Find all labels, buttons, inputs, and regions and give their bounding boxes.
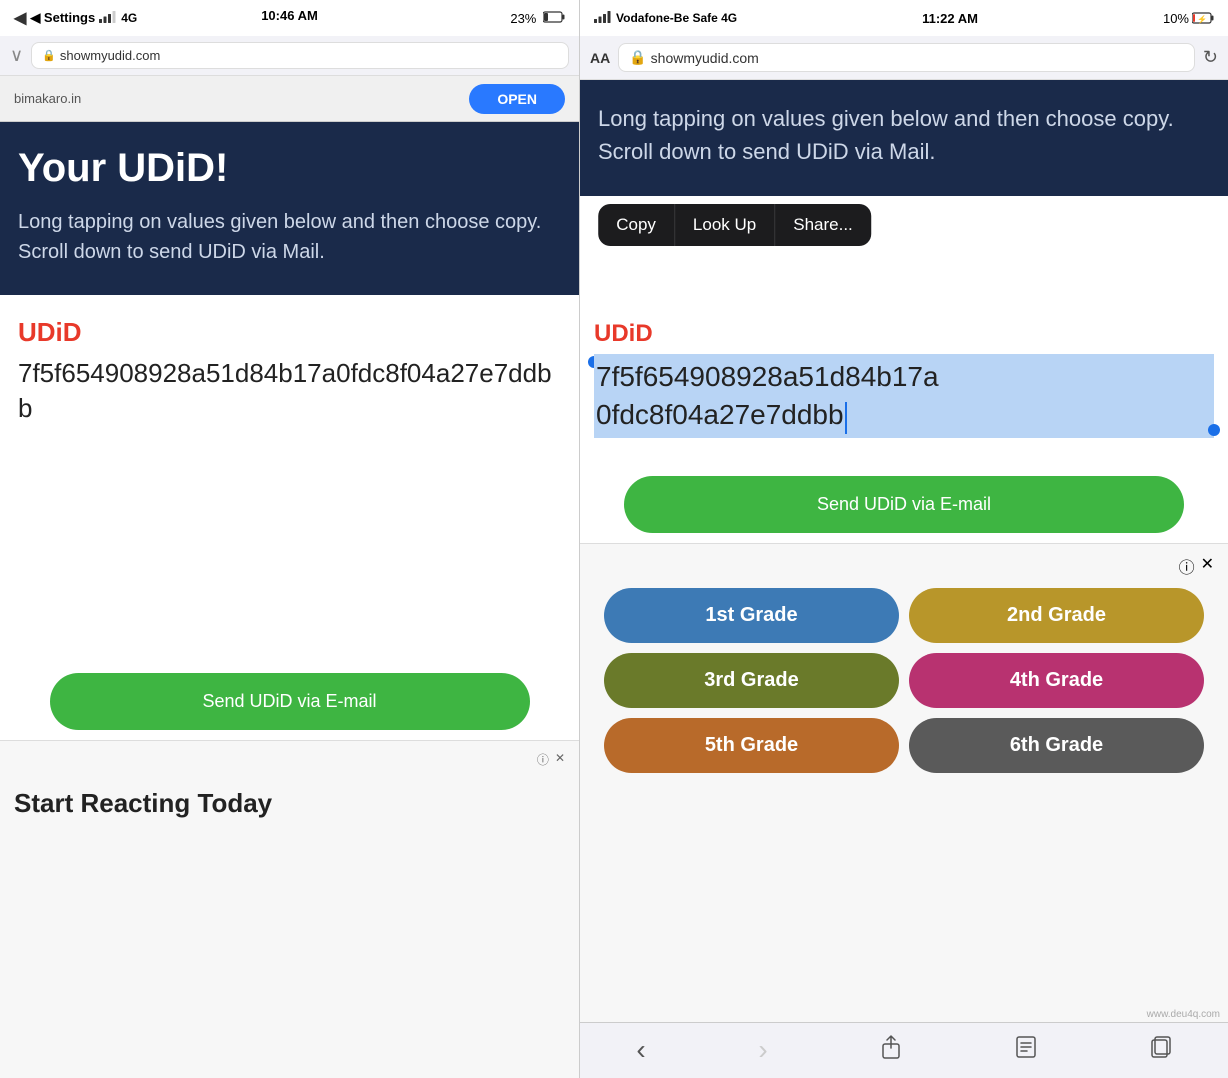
status-left-info: ◀ ◀ Settings 4G bbox=[14, 8, 137, 28]
grade-btn-6[interactable]: 6th Grade bbox=[909, 718, 1204, 773]
back-button-right[interactable]: ‹ bbox=[636, 1034, 645, 1066]
time-left: 10:46 AM bbox=[261, 8, 318, 23]
url-text-right: showmyudid.com bbox=[651, 50, 759, 66]
watermark: www.deu4q.com bbox=[1147, 1009, 1220, 1020]
status-bar-left: ◀ ◀ Settings 4G 10:46 AM 23% bbox=[0, 0, 579, 36]
udid-value-left[interactable]: 7f5f654908928a51d84b17a0fdc8f04a27e7ddbb bbox=[18, 356, 561, 426]
bottom-toolbar-right: ‹ › bbox=[580, 1022, 1228, 1078]
dark-section-right: Long tapping on values given below and t… bbox=[580, 80, 1228, 196]
text-cursor bbox=[845, 402, 847, 434]
grade-btn-2[interactable]: 2nd Grade bbox=[909, 588, 1204, 643]
grade-btn-1[interactable]: 1st Grade bbox=[604, 588, 899, 643]
udid-label-right: UDiD bbox=[594, 320, 1214, 348]
udid-line1: 7f5f654908928a51d84b17a bbox=[596, 361, 939, 392]
svg-text:⚡: ⚡ bbox=[1197, 14, 1207, 24]
udid-value-right[interactable]: 7f5f654908928a51d84b17a 0fdc8f04a27e7ddb… bbox=[594, 354, 1214, 438]
network-type-left: 4G bbox=[121, 11, 137, 25]
status-bar-right: Vodafone-Be Safe 4G 11:22 AM 10% ⚡ bbox=[580, 0, 1228, 36]
open-button-left[interactable]: OPEN bbox=[469, 84, 565, 114]
ad-info-icon-right: ⓘ bbox=[1179, 554, 1195, 578]
time-right: 11:22 AM bbox=[922, 11, 978, 26]
context-menu: Copy Look Up Share... bbox=[598, 204, 871, 246]
tabs-button-right[interactable] bbox=[1150, 1035, 1172, 1065]
lock-icon-left: 🔒 bbox=[42, 49, 56, 62]
ad-bottom-left: ⓘ ✕ Start Reacting Today bbox=[0, 740, 579, 1078]
bookmarks-button-right[interactable] bbox=[1015, 1035, 1037, 1065]
grade-btn-4[interactable]: 4th Grade bbox=[909, 653, 1204, 708]
context-menu-lookup[interactable]: Look Up bbox=[675, 204, 775, 246]
instruction-text-right: Long tapping on values given below and t… bbox=[598, 102, 1210, 168]
dark-section-left: Your UDiD! Long tapping on values given … bbox=[0, 122, 579, 295]
udid-line2: 0fdc8f04a27e7ddbb bbox=[596, 399, 844, 430]
url-text-left: showmyudid.com bbox=[60, 48, 160, 63]
ad-close-icon-right[interactable]: ✕ bbox=[1201, 554, 1214, 578]
browser-bar-right: AA 🔒 showmyudid.com ↻ bbox=[580, 36, 1228, 80]
settings-label: ◀ Settings bbox=[30, 10, 95, 26]
refresh-icon-right[interactable]: ↻ bbox=[1203, 47, 1218, 68]
selection-handle-bottom[interactable] bbox=[1208, 424, 1220, 436]
grade-btn-5[interactable]: 5th Grade bbox=[604, 718, 899, 773]
share-button-right[interactable] bbox=[880, 1035, 902, 1065]
ad-bottom-title-left: Start Reacting Today bbox=[14, 788, 565, 819]
grade-buttons-grid: 1st Grade 2nd Grade 3rd Grade 4th Grade … bbox=[594, 588, 1214, 773]
status-right-left: Vodafone-Be Safe 4G bbox=[594, 11, 737, 26]
back-settings[interactable]: ◀ bbox=[14, 8, 26, 28]
lock-icon-right: 🔒 bbox=[629, 49, 646, 66]
udid-section-right: UDiD 7f5f654908928a51d84b17a 0fdc8f04a27… bbox=[580, 306, 1228, 452]
battery-right: 10% ⚡ bbox=[1163, 11, 1214, 26]
white-section-right: Copy Look Up Share... UDiD 7f5f654908928… bbox=[580, 196, 1228, 543]
grade-ad-header: ⓘ ✕ bbox=[594, 554, 1214, 578]
ad-banner-left: bimakaro.in OPEN bbox=[0, 76, 579, 122]
send-email-button-right[interactable]: Send UDiD via E-mail bbox=[624, 476, 1184, 533]
context-menu-share[interactable]: Share... bbox=[775, 204, 871, 246]
signal-bars-left bbox=[99, 11, 117, 26]
browser-bar-left: ∨ 🔒 showmyudid.com bbox=[0, 36, 579, 76]
battery-left: 23% bbox=[510, 11, 565, 26]
right-phone: Vodafone-Be Safe 4G 11:22 AM 10% ⚡ AA 🔒 … bbox=[580, 0, 1228, 1078]
grade-ad-right: ⓘ ✕ 1st Grade 2nd Grade 3rd Grade 4th Gr… bbox=[580, 543, 1228, 1022]
grade-btn-3[interactable]: 3rd Grade bbox=[604, 653, 899, 708]
context-menu-copy[interactable]: Copy bbox=[598, 204, 675, 246]
url-bar-right[interactable]: 🔒 showmyudid.com bbox=[618, 43, 1195, 72]
send-email-button-left[interactable]: Send UDiD via E-mail bbox=[50, 673, 530, 730]
url-bar-left[interactable]: 🔒 showmyudid.com bbox=[31, 42, 569, 69]
network-type-right: Vodafone-Be Safe 4G bbox=[616, 11, 737, 25]
ad-close-icon-left[interactable]: ✕ bbox=[555, 751, 565, 768]
ad-bottom-header-left: ⓘ ✕ bbox=[14, 751, 565, 768]
left-phone: ◀ ◀ Settings 4G 10:46 AM 23% ∨ bbox=[0, 0, 580, 1078]
chevron-down-icon[interactable]: ∨ bbox=[10, 45, 23, 66]
ad-info-icon-left: ⓘ bbox=[537, 751, 549, 768]
white-section-left: UDiD 7f5f654908928a51d84b17a0fdc8f04a27e… bbox=[0, 295, 579, 653]
instruction-text-left: Long tapping on values given below and t… bbox=[18, 207, 561, 267]
ad-site-left: bimakaro.in bbox=[14, 91, 81, 106]
page-title-left: Your UDiD! bbox=[18, 146, 561, 191]
udid-label-left: UDiD bbox=[18, 317, 561, 348]
aa-button-right[interactable]: AA bbox=[590, 50, 610, 66]
forward-button-right[interactable]: › bbox=[758, 1034, 767, 1066]
signal-bars-right bbox=[594, 11, 612, 26]
